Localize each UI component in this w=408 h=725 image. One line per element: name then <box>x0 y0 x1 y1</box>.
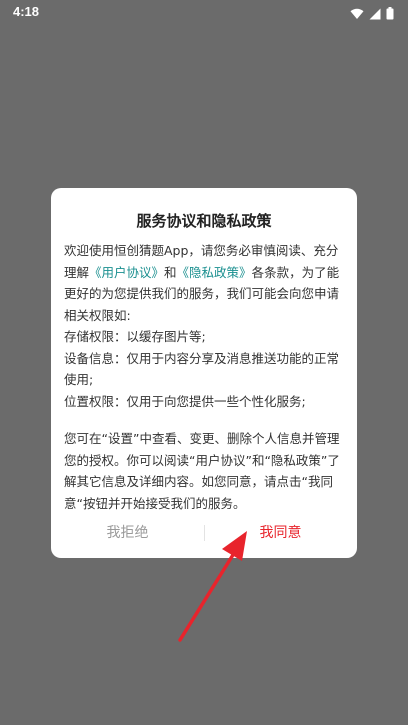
pointer-arrow-icon <box>178 531 247 642</box>
